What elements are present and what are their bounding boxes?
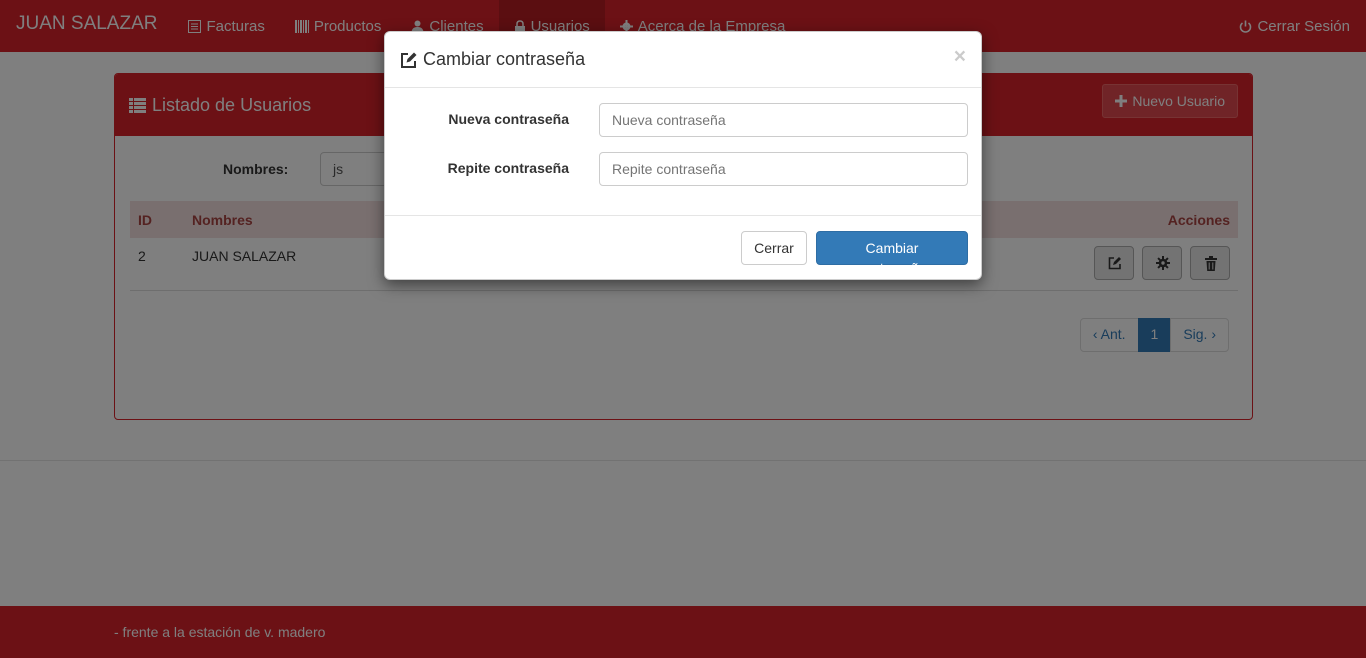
modal-title: Cambiar contraseña [400, 49, 585, 70]
close-icon[interactable]: × [954, 45, 966, 69]
new-password-row: Nueva contraseña [385, 103, 981, 137]
new-password-label: Nueva contraseña [448, 111, 569, 127]
modal-header: Cambiar contraseña × [385, 32, 981, 88]
modal-title-text: Cambiar contraseña [423, 49, 586, 69]
repeat-password-input[interactable] [599, 152, 968, 186]
new-password-input[interactable] [599, 103, 968, 137]
repeat-password-label: Repite contraseña [447, 160, 569, 176]
change-password-button[interactable]: Cambiar contraseña [816, 231, 968, 276]
edit-icon [401, 52, 417, 68]
change-password-modal: Cambiar contraseña × Nueva contraseña Re… [384, 31, 982, 280]
close-button[interactable]: Cerrar [741, 231, 807, 265]
repeat-password-row: Repite contraseña [385, 152, 981, 186]
modal-footer: Cerrar Cambiar contraseña [385, 215, 981, 281]
